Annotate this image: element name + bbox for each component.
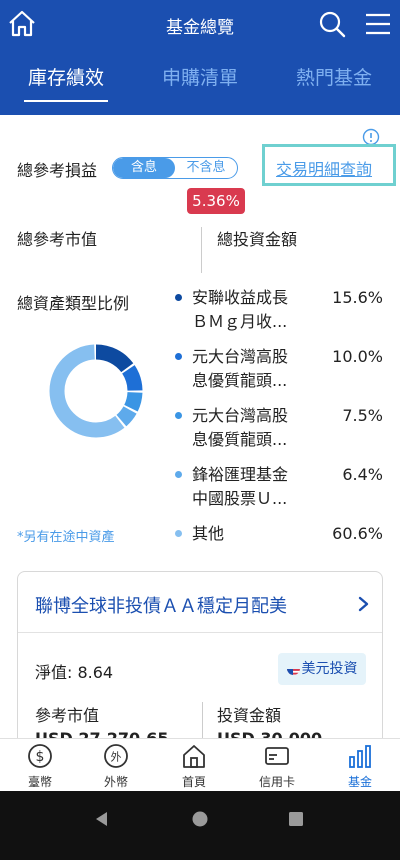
tab-subscription-list[interactable]: 申購清單 [150,62,250,106]
nav-credit-card[interactable]: 信用卡 [237,739,317,792]
back-triangle-icon [96,812,107,826]
allocation-donut-chart [49,344,143,438]
menu-button[interactable] [362,8,394,40]
card-investment-label: 投資金額 [217,706,282,725]
in-transit-note: *另有在途中資產 [17,530,115,545]
card-investment-value: USD 30,000 [217,729,322,738]
legend-dot [175,294,182,301]
tab-popular-funds[interactable]: 熱門基金 [284,62,384,106]
toggle-without-dividend[interactable]: 不含息 [175,158,237,178]
circle-icon [192,811,208,827]
nav-twd[interactable]: $ 臺幣 [0,739,80,792]
top-bar: 基金總覽 [0,0,400,48]
toggle-with-dividend[interactable]: 含息 [113,158,175,178]
active-tab-indicator [24,100,108,102]
tab-bar: 庫存績效 申購清單 熱門基金 [0,62,400,106]
asset-allocation-label: 總資產類型比例 [17,294,130,313]
legend-percent: 6.4% [342,465,383,484]
legend-percent: 7.5% [342,406,383,425]
pl-percent-badge: 5.36% [187,188,245,214]
nav-home[interactable]: 首頁 [154,739,234,792]
fund-card[interactable]: 聯博全球非投債ＡＡ穩定月配美 淨值: 8.64 美元投資 參考市值 投資金額 [17,571,383,738]
dividend-toggle[interactable]: 含息 不含息 [112,157,238,179]
legend-dot [175,471,182,478]
summary-divider [201,227,202,273]
total-investment-label: 總投資金額 [217,230,298,249]
legend-fund-name: 鋒裕匯理基金 中國股票Ｕ... [192,465,289,508]
home-icon [183,745,205,768]
card-market-value-label: 參考市值 [35,706,100,725]
app-header: 基金總覽 庫存績效 申購清單 熱門基金 [0,0,400,115]
legend-dot [175,353,182,360]
twd-coin-icon: $ [28,744,52,768]
legend-dot [175,530,182,537]
legend-percent: 60.6% [332,524,383,543]
legend-dot [175,412,182,419]
card-market-value: USD 27,270.65 [35,729,168,738]
total-market-value-label: 總參考市值 [17,230,98,249]
bar-chart-icon [349,745,371,768]
transaction-detail-link[interactable]: 交易明細查詢 [276,156,372,180]
fund-name[interactable]: 聯博全球非投債ＡＡ穩定月配美 [35,592,287,618]
svg-text:外: 外 [111,751,122,764]
legend-percent: 15.6% [332,288,383,307]
home-system-button[interactable] [190,809,210,829]
legend-fund-name: 安聯收益成長 ＢＭｇ月收... [192,288,289,331]
hamburger-menu-icon [366,13,390,35]
main-content[interactable]: 總參考損益 含息 不含息 交易明細查詢 5.36% 總參考市值 總投資金額 總資… [0,115,400,738]
fund-nav: 淨值: 8.64 [35,663,114,682]
back-button[interactable] [92,809,112,829]
chevron-right-icon[interactable] [356,592,372,616]
legend-fund-name: 元大台灣高股 息優質龍頭... [192,406,289,449]
recents-button[interactable] [286,809,306,829]
bottom-navigation: $ 臺幣 外 外幣 首頁 信用卡 基金 [0,738,400,791]
search-icon [319,11,346,38]
card-vertical-divider [202,702,203,738]
legend-percent: 10.0% [332,347,383,366]
card-divider [18,632,382,633]
nav-fund[interactable]: 基金 [320,739,400,792]
legend-fund-name: 元大台灣高股 息優質龍頭... [192,347,289,390]
currency-badge: 美元投資 [278,653,366,685]
us-flag-icon [286,662,300,675]
total-pl-label: 總參考損益 [17,161,98,180]
foreign-currency-icon: 外 [104,744,128,768]
square-icon [289,812,303,826]
search-button[interactable] [316,8,348,40]
nav-foreign-currency[interactable]: 外 外幣 [76,739,156,792]
system-navigation-bar [0,791,400,860]
legend-fund-name: 其他 [192,524,225,543]
credit-card-icon [265,747,289,765]
svg-text:$: $ [36,749,45,765]
